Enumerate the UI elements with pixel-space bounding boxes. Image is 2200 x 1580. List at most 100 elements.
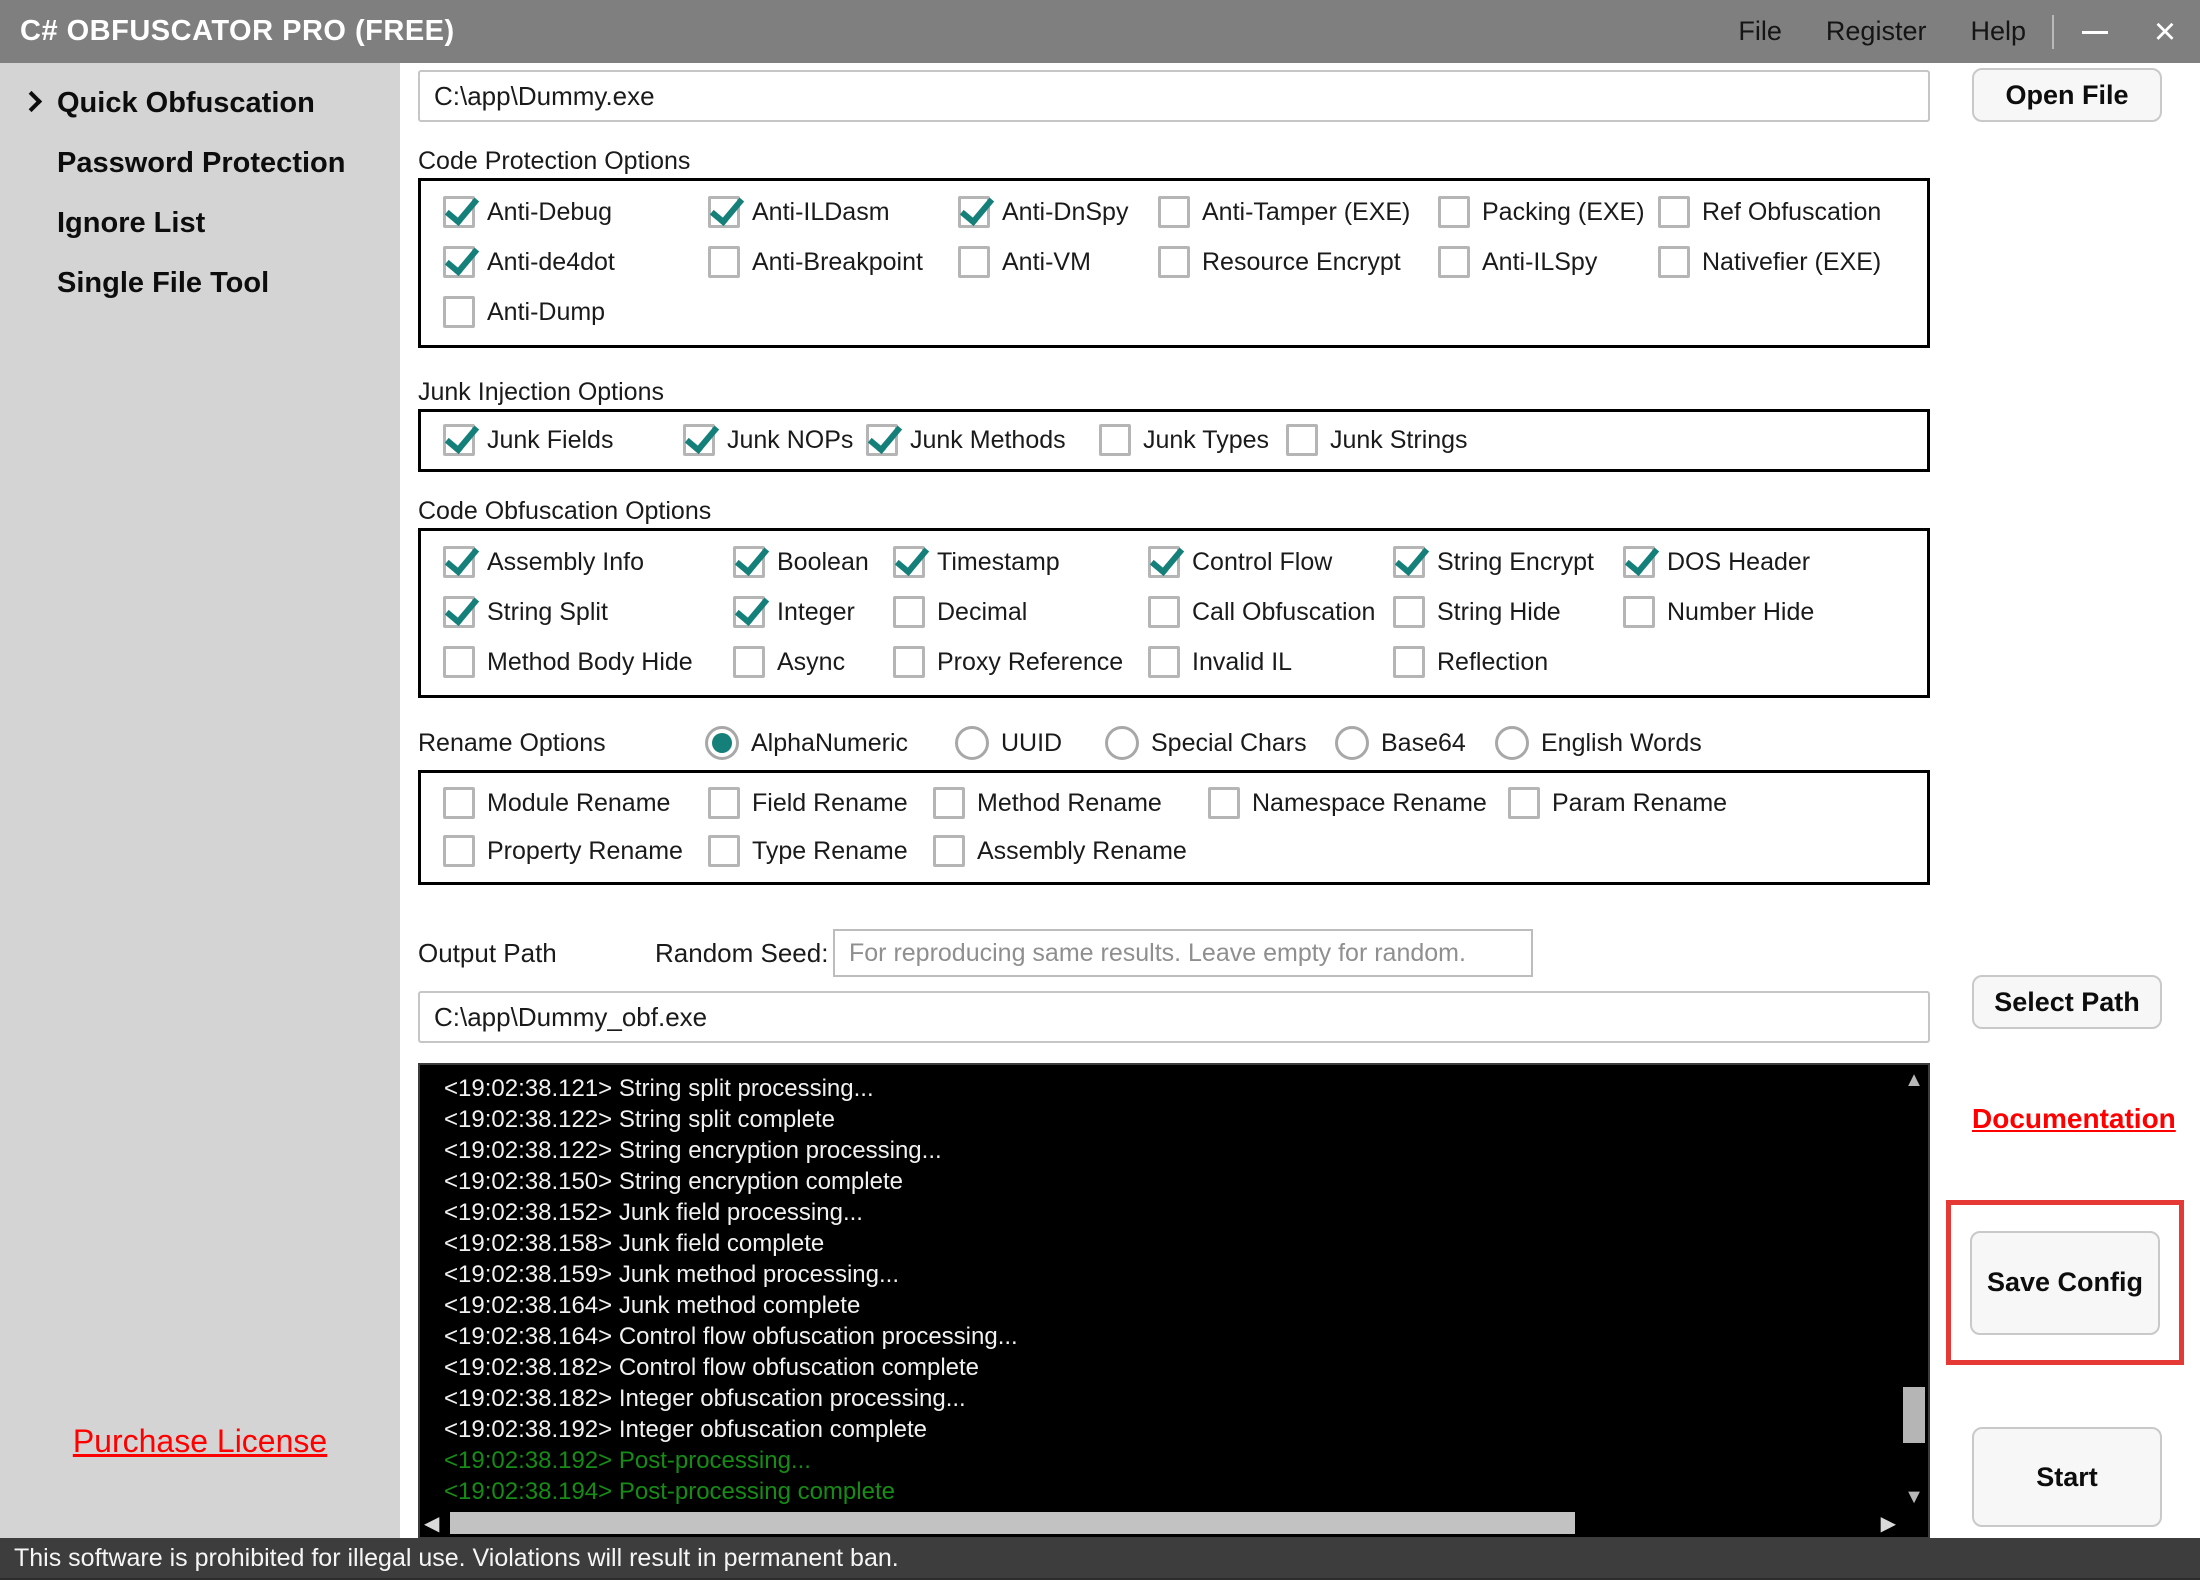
checkbox-option[interactable]: Anti-Debug — [443, 196, 708, 228]
checkbox-option[interactable]: Param Rename — [1508, 787, 1727, 819]
checkbox[interactable] — [443, 246, 475, 278]
checkbox[interactable] — [1623, 546, 1655, 578]
checkbox[interactable] — [958, 196, 990, 228]
checkbox-option[interactable]: DOS Header — [1623, 546, 1810, 578]
menu-item[interactable]: File — [1738, 16, 1782, 47]
checkbox-option[interactable]: Anti-ILSpy — [1438, 246, 1658, 278]
checkbox[interactable] — [1658, 246, 1690, 278]
scroll-down-icon[interactable]: ▼ — [1900, 1486, 1928, 1509]
checkbox[interactable] — [1158, 196, 1190, 228]
checkbox-option[interactable]: Field Rename — [708, 787, 933, 819]
checkbox[interactable] — [443, 646, 475, 678]
checkbox-option[interactable]: Integer — [733, 596, 893, 628]
checkbox[interactable] — [1658, 196, 1690, 228]
radio-button[interactable] — [1495, 726, 1529, 760]
checkbox[interactable] — [893, 546, 925, 578]
checkbox[interactable] — [1438, 246, 1470, 278]
documentation-link[interactable]: Documentation — [1972, 1103, 2162, 1135]
checkbox-option[interactable]: Ref Obfuscation — [1658, 196, 1881, 228]
checkbox-option[interactable]: Number Hide — [1623, 596, 1814, 628]
checkbox[interactable] — [1508, 787, 1540, 819]
checkbox-option[interactable]: Assembly Info — [443, 546, 733, 578]
checkbox-option[interactable]: Async — [733, 646, 893, 678]
scroll-right-icon[interactable]: ▶ — [1881, 1511, 1896, 1536]
checkbox[interactable] — [893, 596, 925, 628]
minimize-button[interactable] — [2060, 15, 2130, 49]
sidebar-item[interactable]: Quick Obfuscation — [0, 73, 400, 133]
checkbox-option[interactable]: Anti-VM — [958, 246, 1158, 278]
checkbox-option[interactable]: Reflection — [1393, 646, 1548, 678]
checkbox[interactable] — [683, 424, 715, 456]
sidebar-item[interactable]: Single File Tool — [0, 253, 400, 313]
checkbox[interactable] — [1148, 596, 1180, 628]
checkbox[interactable] — [733, 646, 765, 678]
checkbox[interactable] — [1623, 596, 1655, 628]
radio-option[interactable]: English Words — [1495, 726, 1702, 760]
checkbox[interactable] — [933, 835, 965, 867]
checkbox[interactable] — [933, 787, 965, 819]
checkbox[interactable] — [443, 546, 475, 578]
purchase-license-link[interactable]: Purchase License — [0, 1423, 400, 1460]
checkbox[interactable] — [893, 646, 925, 678]
checkbox-option[interactable]: Junk NOPs — [683, 424, 866, 456]
input-file-path-field[interactable] — [418, 70, 1930, 122]
checkbox-option[interactable]: Invalid IL — [1148, 646, 1393, 678]
checkbox-option[interactable]: Nativefier (EXE) — [1658, 246, 1881, 278]
checkbox-option[interactable]: Packing (EXE) — [1438, 196, 1658, 228]
checkbox-option[interactable]: Assembly Rename — [933, 835, 1187, 867]
checkbox-option[interactable]: Anti-DnSpy — [958, 196, 1158, 228]
checkbox[interactable] — [1208, 787, 1240, 819]
checkbox[interactable] — [708, 246, 740, 278]
checkbox-option[interactable]: Junk Types — [1099, 424, 1286, 456]
checkbox[interactable] — [733, 546, 765, 578]
checkbox-option[interactable]: Namespace Rename — [1208, 787, 1508, 819]
checkbox-option[interactable]: Anti-Breakpoint — [708, 246, 958, 278]
checkbox[interactable] — [958, 246, 990, 278]
menu-item[interactable]: Register — [1826, 16, 1927, 47]
checkbox-option[interactable]: Decimal — [893, 596, 1148, 628]
checkbox-option[interactable]: Junk Strings — [1286, 424, 1468, 456]
radio-button[interactable] — [1335, 726, 1369, 760]
checkbox[interactable] — [866, 424, 898, 456]
checkbox[interactable] — [708, 835, 740, 867]
checkbox[interactable] — [1393, 646, 1425, 678]
radio-button[interactable] — [705, 726, 739, 760]
output-path-field[interactable] — [418, 991, 1930, 1043]
select-path-button[interactable]: Select Path — [1972, 975, 2162, 1029]
radio-option[interactable]: Special Chars — [1105, 726, 1335, 760]
radio-option[interactable]: UUID — [955, 726, 1105, 760]
save-config-button[interactable]: Save Config — [1970, 1231, 2160, 1335]
menu-item[interactable]: Help — [1970, 16, 2026, 47]
checkbox-option[interactable]: Anti-Tamper (EXE) — [1158, 196, 1438, 228]
sidebar-item[interactable]: Ignore List — [0, 193, 400, 253]
checkbox[interactable] — [443, 196, 475, 228]
checkbox[interactable] — [443, 596, 475, 628]
checkbox-option[interactable]: Module Rename — [443, 787, 708, 819]
radio-option[interactable]: AlphaNumeric — [705, 726, 955, 760]
checkbox-option[interactable]: Anti-ILDasm — [708, 196, 958, 228]
checkbox[interactable] — [443, 424, 475, 456]
checkbox-option[interactable]: Timestamp — [893, 546, 1148, 578]
scroll-left-icon[interactable]: ◀ — [424, 1511, 439, 1536]
checkbox-option[interactable]: Anti-de4dot — [443, 246, 708, 278]
checkbox-option[interactable]: Method Rename — [933, 787, 1208, 819]
checkbox[interactable] — [1148, 646, 1180, 678]
radio-option[interactable]: Base64 — [1335, 726, 1495, 760]
open-file-button[interactable]: Open File — [1972, 68, 2162, 122]
checkbox-option[interactable]: Type Rename — [708, 835, 933, 867]
checkbox-option[interactable]: Proxy Reference — [893, 646, 1148, 678]
checkbox-option[interactable]: Call Obfuscation — [1148, 596, 1393, 628]
checkbox-option[interactable]: Anti-Dump — [443, 296, 605, 328]
checkbox[interactable] — [443, 787, 475, 819]
checkbox-option[interactable]: Junk Methods — [866, 424, 1099, 456]
checkbox[interactable] — [1099, 424, 1131, 456]
checkbox[interactable] — [443, 296, 475, 328]
checkbox-option[interactable]: Junk Fields — [443, 424, 683, 456]
radio-button[interactable] — [955, 726, 989, 760]
sidebar-item[interactable]: Password Protection — [0, 133, 400, 193]
checkbox[interactable] — [443, 835, 475, 867]
checkbox-option[interactable]: String Hide — [1393, 596, 1623, 628]
vertical-scrollbar[interactable]: ▲ ▼ — [1900, 1065, 1928, 1513]
vertical-scroll-thumb[interactable] — [1903, 1387, 1925, 1443]
checkbox-option[interactable]: String Encrypt — [1393, 546, 1623, 578]
